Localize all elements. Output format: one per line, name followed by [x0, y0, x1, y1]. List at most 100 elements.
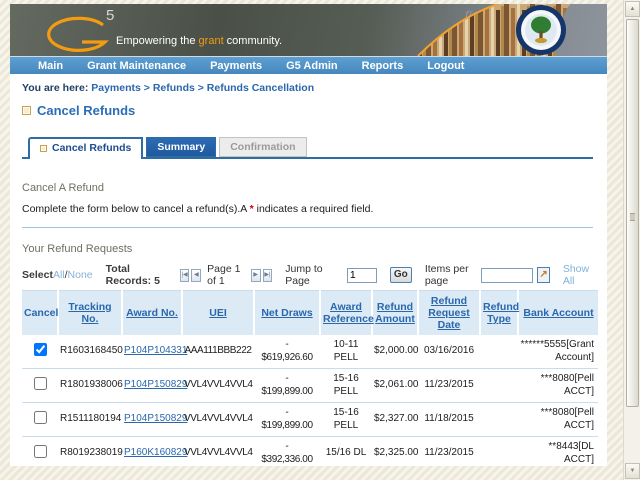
col-cancel: Cancel — [24, 307, 59, 319]
select-none-link[interactable]: None — [68, 269, 93, 281]
cell-award-ref: 10-11 PELL — [333, 339, 359, 363]
cell-uei: AAA111BBB222 — [184, 345, 252, 357]
award-link[interactable]: P104P150829 — [124, 413, 187, 424]
cell-tracking: R1801938006 — [58, 368, 123, 403]
main-area: You are here: Payments > Refunds > Refun… — [10, 74, 607, 466]
nav-grant-maintenance[interactable]: Grant Maintenance — [87, 60, 186, 72]
select-group: SelectAll/None — [22, 269, 93, 281]
tagline: Empowering the grant community. — [116, 35, 282, 47]
instruction-pre: Complete the form below to cancel a refu… — [22, 203, 250, 215]
next-page-button[interactable]: ▶ — [250, 268, 261, 282]
svg-text:5: 5 — [106, 7, 114, 24]
col-refund-request-date[interactable]: Refund Request Date — [428, 295, 469, 331]
pager-top: SelectAll/None Total Records: 5 |◀ ◀ Pag… — [22, 263, 593, 287]
row-cancel-checkbox[interactable] — [33, 410, 47, 424]
nav-logout[interactable]: Logout — [427, 60, 464, 72]
scroll-up-icon[interactable]: ▲ — [625, 1, 640, 17]
total-records: Total Records: 5 — [105, 263, 160, 287]
go-button[interactable]: Go — [389, 267, 412, 283]
tab-cancel-refunds[interactable]: Cancel Refunds — [28, 137, 144, 159]
col-net-draws[interactable]: Net Draws — [261, 307, 312, 319]
prev-page-button[interactable]: ◀ — [191, 268, 202, 282]
breadcrumb-path[interactable]: Payments > Refunds > Refunds Cancellatio… — [91, 82, 314, 94]
nav-payments[interactable]: Payments — [210, 60, 262, 72]
tab-confirmation: Confirmation — [219, 137, 307, 157]
row-cancel-checkbox[interactable] — [33, 444, 47, 458]
divider-rule — [22, 227, 593, 228]
tagline-pre: Empowering the — [116, 35, 199, 47]
page-nav-buttons: |◀ ◀ Page 1 of 1 ▶ ▶| — [179, 263, 273, 287]
scrollbar-thumb[interactable] — [626, 19, 639, 407]
cell-bank-account: ***8080[Pell ACCT] — [518, 368, 598, 403]
page-title: Cancel Refunds — [22, 103, 593, 118]
cell-request-date: 11/23/2015 — [418, 368, 480, 403]
table-row: R8019238019 P160K160829 VVL4VVL4VVL4 - $3… — [22, 436, 598, 466]
cell-refund-amount: $2,000.00 — [374, 345, 419, 357]
select-label: Select — [22, 269, 53, 281]
page-indicator: Page 1 of 1 — [207, 263, 241, 287]
table-row: R1801938006 P104P150829 VVL4VVL4VVL4 - $1… — [22, 368, 598, 403]
cell-refund-amount: $2,325.00 — [372, 436, 419, 466]
cell-net-amount: $392,336.00 — [261, 453, 313, 465]
cell-refund-type — [480, 436, 518, 466]
items-per-page-go-icon[interactable]: ↗ — [537, 267, 550, 283]
nav-g5-admin[interactable]: G5 Admin — [286, 60, 338, 72]
scroll-down-icon[interactable]: ▼ — [625, 463, 640, 479]
col-tracking-no[interactable]: Tracking No. — [68, 301, 111, 325]
breadcrumb: You are here: Payments > Refunds > Refun… — [22, 82, 593, 94]
cell-tracking: R1603168450 — [60, 345, 123, 357]
cell-uei: VVL4VVL4VVL4 — [184, 379, 253, 391]
cell-net-sign: - — [285, 373, 289, 384]
cell-net-amount: $199,899.00 — [261, 419, 313, 431]
vertical-scrollbar: ▲ ▼ — [623, 0, 640, 480]
cell-net-amount: $199,899.00 — [261, 385, 313, 397]
instruction-post: indicates a required field. — [253, 203, 374, 215]
award-link[interactable]: P104P104331 — [124, 345, 187, 356]
jump-to-page-input[interactable] — [346, 267, 377, 283]
cell-request-date: 11/18/2015 — [418, 402, 480, 437]
items-per-page-input[interactable] — [481, 267, 534, 283]
cell-net-sign: - — [285, 407, 289, 418]
nav-main[interactable]: Main — [38, 60, 63, 72]
refund-requests-heading: Your Refund Requests — [22, 243, 133, 255]
cell-net-amount: $619,926.60 — [261, 351, 313, 363]
show-all-link[interactable]: Show All — [563, 263, 593, 287]
col-refund-amount[interactable]: Refund Amount — [375, 301, 415, 325]
app-banner: f(x)=∫(x)dx 5 Empowering the grant commu… — [10, 4, 607, 56]
doe-seal — [516, 5, 566, 55]
page-title-icon — [22, 106, 31, 115]
banner-art: f(x)=∫(x)dx 5 Empowering the grant commu… — [47, 4, 570, 56]
cell-bank-account: ******5555[Grant Account] — [520, 339, 594, 363]
tab-summary[interactable]: Summary — [146, 137, 217, 157]
cell-bank-account: **8443[DL ACCT] — [518, 436, 598, 466]
row-cancel-checkbox[interactable] — [33, 342, 47, 356]
cell-refund-amount: $2,061.00 — [372, 368, 419, 403]
row-cancel-checkbox[interactable] — [33, 376, 47, 390]
award-link[interactable]: P160K160829 — [124, 447, 187, 458]
cell-net-sign: - — [285, 339, 289, 350]
cell-award-ref: 15/16 DL — [320, 436, 372, 466]
table-header-row: Cancel Tracking No. Award No. UEI Net Dr… — [22, 290, 598, 335]
g5-logo: 5 — [47, 7, 114, 52]
col-award-reference[interactable]: Award Reference — [323, 301, 374, 325]
col-award-no[interactable]: Award No. — [126, 307, 178, 319]
first-page-button[interactable]: |◀ — [179, 268, 190, 282]
cell-bank-account: ***8080[Pell ACCT] — [518, 402, 598, 437]
scrollbar-grip — [630, 213, 635, 221]
col-uei[interactable]: UEI — [209, 307, 227, 319]
cell-uei: VVL4VVL4VVL4 — [184, 447, 253, 459]
breadcrumb-prefix: You are here: — [22, 82, 89, 94]
col-bank-account[interactable]: Bank Account — [523, 307, 593, 319]
section-heading: Cancel A Refund — [22, 182, 104, 194]
select-all-link[interactable]: All — [53, 269, 65, 281]
col-refund-type[interactable]: Refund Type — [483, 301, 519, 325]
cell-award-ref: 15-16 PELL — [320, 402, 372, 437]
cell-refund-type — [480, 335, 518, 369]
cell-tracking: R1511180194 — [58, 402, 122, 437]
award-link[interactable]: P104P150829 — [124, 379, 187, 390]
last-page-button[interactable]: ▶| — [262, 268, 273, 282]
nav-reports[interactable]: Reports — [362, 60, 404, 72]
cell-request-date: 11/23/2015 — [418, 436, 480, 466]
cell-refund-type — [480, 368, 518, 403]
table-row: R1603168450 P104P104331 AAA111BBB222 - $6… — [22, 335, 598, 369]
